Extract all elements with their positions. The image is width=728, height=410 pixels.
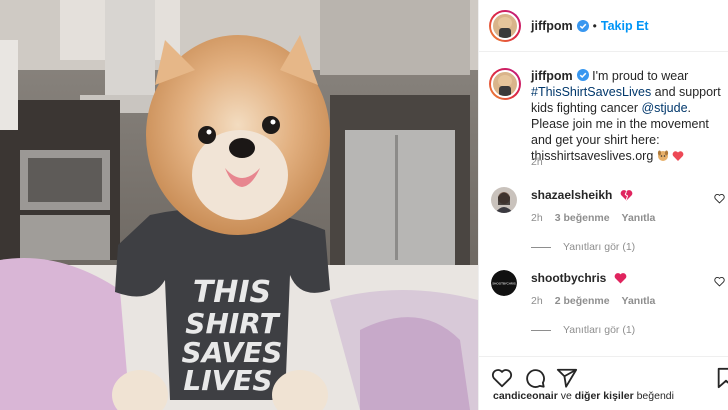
replies-divider — [531, 329, 551, 331]
view-replies-label[interactable]: Yanıtları gör (1) — [563, 241, 635, 253]
view-replies-label[interactable]: Yanıtları gör (1) — [563, 324, 635, 336]
caption-timestamp[interactable]: 2h — [531, 156, 543, 168]
follow-button[interactable]: Takip Et — [601, 19, 649, 33]
avatar[interactable] — [489, 68, 521, 100]
comment-time[interactable]: 2h — [531, 295, 543, 307]
shirt-text-line-4: LIVES — [183, 364, 272, 397]
post-header: jiffpom • Takip Et — [479, 0, 728, 52]
comment-likes[interactable]: 2 beğenme — [555, 295, 610, 307]
post-sidebar: jiffpom • Takip Et jiffpom I'm proud to … — [478, 0, 728, 410]
caption-text: jiffpom I'm proud to wear #ThisShirtSave… — [531, 68, 723, 164]
others-link[interactable]: diğer kişiler — [575, 390, 634, 402]
avatar-logo-text: SHOOTBYCHRIS — [492, 282, 516, 286]
bookmark-icon[interactable] — [715, 367, 728, 389]
dog-emoji-icon — [657, 150, 668, 161]
comment-username[interactable]: shazaelsheikh — [531, 188, 612, 202]
pomeranian-photo: THIS SHIRT SAVES LIVES — [0, 0, 478, 410]
separator-dot: • — [592, 18, 597, 33]
heart-icon[interactable] — [491, 367, 513, 389]
share-icon[interactable] — [556, 367, 578, 389]
heart-emoji-icon — [614, 273, 627, 284]
post-photo[interactable]: THIS SHIRT SAVES LIVES — [0, 0, 478, 410]
broken-heart-emoji-icon — [620, 190, 633, 201]
verified-badge-icon — [576, 19, 589, 32]
shirt-text-line-1: THIS — [193, 275, 271, 310]
heart-icon[interactable] — [714, 276, 725, 287]
verified-badge-icon — [576, 69, 589, 81]
post-caption: jiffpom I'm proud to wear #ThisShirtSave… — [489, 68, 723, 164]
caption-body-1: I'm proud to wear — [588, 69, 689, 83]
post-username[interactable]: jiffpom — [531, 19, 573, 33]
reply-button[interactable]: Yanıtla — [622, 212, 656, 224]
heart-emoji-icon — [672, 151, 684, 161]
comment-likes[interactable]: 3 beğenme — [555, 212, 610, 224]
comment-time[interactable]: 2h — [531, 212, 543, 224]
caption-username[interactable]: jiffpom — [531, 69, 573, 83]
liked-by-suffix: beğendi — [633, 390, 674, 402]
avatar[interactable] — [489, 9, 521, 42]
reply-button[interactable]: Yanıtla — [622, 295, 656, 307]
commenter-avatar[interactable]: SHOOTBYCHRIS — [491, 270, 517, 296]
liked-by-connector: ve — [557, 390, 575, 402]
heart-icon[interactable] — [714, 193, 725, 204]
commenter-avatar[interactable] — [491, 187, 517, 213]
liked-by-summary: candiceonair ve diğer kişiler beğendi — [493, 390, 674, 402]
hashtag-link[interactable]: #ThisShirtSavesLives — [531, 85, 651, 99]
view-replies[interactable]: Yanıtları gör (1) — [531, 324, 635, 336]
comment-username[interactable]: shootbychris — [531, 271, 606, 285]
liker-username[interactable]: candiceonair — [493, 390, 558, 402]
comment-icon[interactable] — [524, 367, 546, 389]
view-replies[interactable]: Yanıtları gör (1) — [531, 241, 635, 253]
replies-divider — [531, 246, 551, 248]
mention-link[interactable]: @stjude — [641, 101, 687, 115]
